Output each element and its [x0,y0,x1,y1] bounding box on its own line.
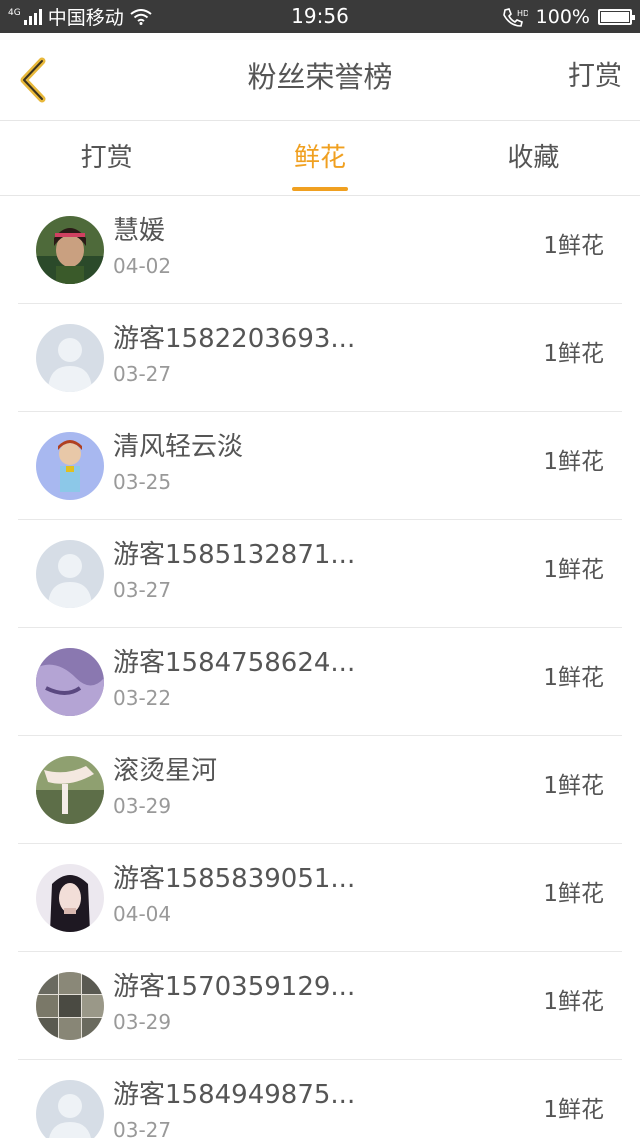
battery-icon [598,8,635,25]
user-photo-icon [36,972,104,1040]
gift-date: 03-25 [113,470,172,494]
gift-date: 03-27 [113,1118,172,1138]
list-item[interactable]: 游客1582203693... 03-27 1鲜花 [18,304,622,412]
list-item[interactable]: 滚烫星河 03-29 1鲜花 [18,736,622,844]
avatar [36,864,104,932]
gift-count: 1鲜花 [543,881,604,907]
fan-list: 慧媛 04-02 1鲜花 游客1582203693... 03-27 1鲜花 清… [0,196,640,1138]
default-avatar-icon [36,540,104,608]
tab-label: 打赏 [80,143,133,173]
user-name: 游客1584949875... [113,1080,356,1110]
gift-count: 1鲜花 [543,1097,604,1123]
default-avatar-icon [36,324,104,392]
gift-date: 04-04 [113,902,172,926]
gift-date: 03-27 [113,362,172,386]
gift-count: 1鲜花 [543,449,604,475]
list-item[interactable]: 游客1585132871... 03-27 1鲜花 [18,520,622,628]
user-name: 游客1585132871... [113,540,356,570]
avatar [36,756,104,824]
avatar [36,324,104,392]
gift-date: 04-02 [113,254,172,278]
chevron-left-icon [20,57,46,103]
avatar [36,540,104,608]
user-photo-icon [36,432,104,500]
gift-count: 1鲜花 [543,773,604,799]
gift-count: 1鲜花 [543,665,604,691]
avatar [36,972,104,1040]
gift-date: 03-27 [113,578,172,602]
hd-call-icon: HD [502,7,528,27]
tab-favorites[interactable]: 收藏 [427,121,640,195]
gift-count: 1鲜花 [543,557,604,583]
gift-date: 03-29 [113,1010,172,1034]
list-item[interactable]: 游客1584949875... 03-27 1鲜花 [18,1060,622,1138]
gift-date: 03-22 [113,686,172,710]
user-name: 游客1584758624... [113,648,356,678]
user-name: 游客1582203693... [113,324,356,354]
tab-flowers[interactable]: 鲜花 [213,121,426,195]
tab-active-indicator [291,187,348,191]
user-name: 滚烫星河 [113,756,218,786]
avatar [36,216,104,284]
user-name: 清风轻云淡 [113,432,244,462]
user-photo-icon [36,648,104,716]
reward-button[interactable]: 打赏 [568,33,622,121]
user-photo-icon [36,864,104,932]
gift-count: 1鲜花 [543,989,604,1015]
user-name: 慧媛 [113,216,166,246]
list-item[interactable]: 慧媛 04-02 1鲜花 [18,196,622,304]
gift-count: 1鲜花 [543,233,604,259]
gift-count: 1鲜花 [543,341,604,367]
user-name: 游客1570359129... [113,972,356,1002]
avatar [36,648,104,716]
user-photo-icon [36,756,104,824]
list-item[interactable]: 游客1570359129... 03-29 1鲜花 [18,952,622,1060]
page-title: 粉丝荣誉榜 [247,60,393,94]
list-item[interactable]: 游客1585839051... 04-04 1鲜花 [18,844,622,952]
status-right: HD 100% [502,0,635,33]
gift-date: 03-29 [113,794,172,818]
tab-reward[interactable]: 打赏 [0,121,213,195]
battery-fill [601,11,629,22]
user-photo-icon [36,216,104,284]
hd-label: HD [517,9,528,18]
list-item[interactable]: 游客1584758624... 03-22 1鲜花 [18,628,622,736]
tab-bar: 打赏 鲜花 收藏 [0,121,640,196]
user-name: 游客1585839051... [113,864,356,894]
avatar [36,1080,104,1138]
nav-bar: 粉丝荣誉榜 打赏 [0,33,640,121]
back-button[interactable] [14,55,54,105]
avatar [36,432,104,500]
default-avatar-icon [36,1080,104,1138]
tab-label: 收藏 [507,143,560,173]
tab-label: 鲜花 [293,143,346,173]
list-item[interactable]: 清风轻云淡 03-25 1鲜花 [18,412,622,520]
battery-percent: 100% [535,5,590,28]
status-bar: 4G 中国移动 19:56 HD 100% [0,0,640,33]
